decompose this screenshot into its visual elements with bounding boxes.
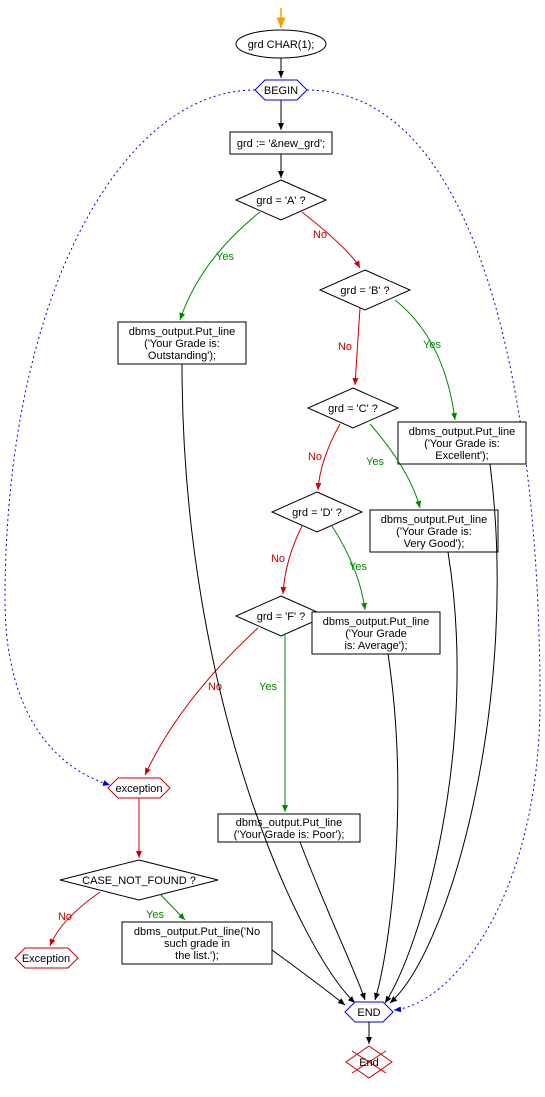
begin-label: BEGIN — [264, 85, 298, 97]
outa-label-1: dbms_output.Put_line — [129, 326, 235, 338]
checkc-yes-label: Yes — [366, 456, 384, 468]
checkb-yes-label: Yes — [423, 339, 441, 351]
cnf-yes-label: Yes — [146, 909, 164, 921]
edge-checka-checkb — [302, 212, 360, 268]
checkd-label: grd = 'D' ? — [292, 507, 342, 519]
outd-label-1: dbms_output.Put_line — [323, 616, 429, 628]
checkd-yes-label: Yes — [349, 561, 367, 573]
assign-label: grd := '&new_grd'; — [237, 138, 325, 150]
checkf-yes-label: Yes — [259, 681, 277, 693]
edge-outf-end — [300, 842, 365, 1000]
checkb-no-label: No — [338, 341, 352, 353]
outf-label-1: dbms_output.Put_line — [236, 817, 342, 829]
outnograde-label-2: such grade in — [164, 938, 230, 950]
outf-label-2: ('Your Grade is: Poor'); — [234, 829, 345, 841]
outb-label-1: dbms_output.Put_line — [409, 426, 515, 438]
edge-outd-end — [375, 654, 398, 1000]
cnf-no-label: No — [58, 911, 72, 923]
declare-label: grd CHAR(1); — [248, 39, 315, 51]
end-label: END — [357, 1007, 380, 1019]
checka-no-label: No — [313, 229, 327, 241]
edge-checkb-outb — [395, 300, 455, 420]
outc-label-1: dbms_output.Put_line — [381, 514, 487, 526]
outb-label-2: ('Your Grade is: — [424, 438, 500, 450]
checkf-label: grd = 'F' ? — [257, 611, 306, 623]
outb-label-3: Excellent'); — [435, 450, 488, 462]
checka-yes-label: Yes — [216, 251, 234, 263]
exceptionend-label: Exception — [22, 953, 70, 965]
outnograde-label-1: dbms_output.Put_line('No — [134, 926, 260, 938]
outc-label-3: Very Good'); — [404, 538, 465, 550]
checkd-no-label: No — [271, 553, 285, 565]
outc-label-2: ('Your Grade is: — [396, 526, 472, 538]
outd-label-3: is: Average'); — [344, 640, 407, 652]
checka-label: grd = 'A' ? — [256, 195, 305, 207]
outd-label-2: ('Your Grade — [345, 628, 407, 640]
checkc-no-label: No — [308, 451, 322, 463]
edge-checkf-exception — [145, 628, 258, 775]
edge-checka-outa — [180, 212, 260, 320]
outa-label-3: Outstanding'); — [148, 350, 216, 362]
checkb-label: grd = 'B' ? — [340, 285, 389, 297]
checkc-label: grd = 'C' ? — [328, 403, 378, 415]
enddiamond-label: End — [359, 1057, 379, 1069]
exception-label: exception — [115, 783, 162, 795]
cnf-label: CASE_NOT_FOUND ? — [82, 875, 196, 887]
outnograde-label-3: the list.'); — [175, 950, 219, 962]
edge-checkd-checkf — [283, 526, 302, 594]
edge-checkb-checkc — [355, 308, 360, 385]
outa-label-2: ('Your Grade is: — [144, 338, 220, 350]
